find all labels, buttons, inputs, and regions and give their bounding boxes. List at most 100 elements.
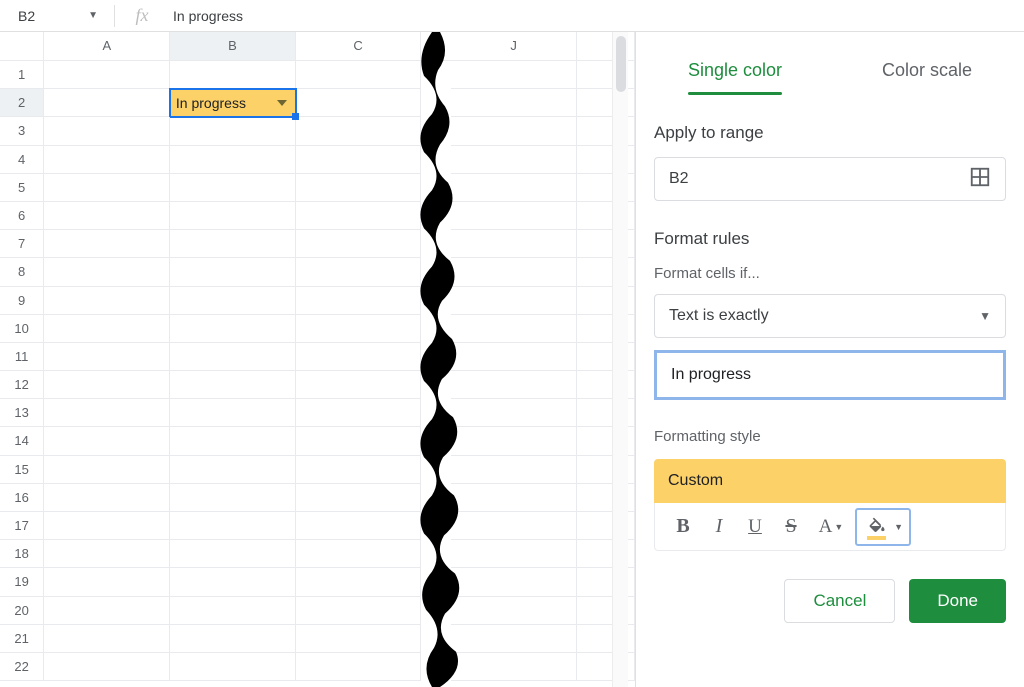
cell[interactable] [451, 456, 577, 484]
cell[interactable] [44, 653, 170, 681]
vertical-scrollbar[interactable] [612, 32, 628, 687]
cell[interactable] [451, 540, 577, 568]
style-preview[interactable]: Custom [654, 459, 1006, 503]
cell[interactable] [170, 343, 296, 371]
row-header[interactable]: 18 [0, 540, 44, 568]
range-input[interactable]: B2 [654, 157, 1006, 201]
cell[interactable] [296, 427, 422, 455]
cell[interactable] [170, 61, 296, 89]
cell[interactable] [170, 653, 296, 681]
cell[interactable] [170, 512, 296, 540]
cell[interactable] [451, 174, 577, 202]
cell[interactable] [451, 230, 577, 258]
cell[interactable] [44, 427, 170, 455]
cell[interactable] [44, 117, 170, 145]
cell[interactable] [170, 625, 296, 653]
cell[interactable] [451, 315, 577, 343]
row-header[interactable]: 5 [0, 174, 44, 202]
cell[interactable] [44, 484, 170, 512]
cell[interactable] [451, 202, 577, 230]
cell[interactable] [296, 315, 422, 343]
row-header[interactable]: 16 [0, 484, 44, 512]
cell[interactable] [170, 399, 296, 427]
cell[interactable] [170, 427, 296, 455]
cell[interactable] [296, 146, 422, 174]
cell[interactable] [296, 343, 422, 371]
cell[interactable] [44, 625, 170, 653]
row-header[interactable]: 15 [0, 456, 44, 484]
row-header[interactable]: 19 [0, 568, 44, 596]
col-header-b[interactable]: B [170, 32, 296, 60]
row-header[interactable]: 6 [0, 202, 44, 230]
cell[interactable] [44, 230, 170, 258]
cell[interactable] [170, 315, 296, 343]
cell[interactable] [170, 117, 296, 145]
cell[interactable] [451, 568, 577, 596]
row-header[interactable]: 3 [0, 117, 44, 145]
scrollbar-thumb[interactable] [616, 36, 626, 92]
cell[interactable] [296, 61, 422, 89]
cell[interactable] [296, 456, 422, 484]
cell[interactable] [170, 568, 296, 596]
select-all-corner[interactable] [0, 32, 44, 60]
row-header[interactable]: 13 [0, 399, 44, 427]
cell[interactable] [44, 61, 170, 89]
cell[interactable] [44, 540, 170, 568]
row-header[interactable]: 1 [0, 61, 44, 89]
cell[interactable] [451, 258, 577, 286]
cell[interactable] [44, 258, 170, 286]
cell[interactable] [451, 512, 577, 540]
cell[interactable] [44, 89, 170, 117]
cell[interactable] [44, 371, 170, 399]
cell[interactable] [296, 117, 422, 145]
cell[interactable] [296, 258, 422, 286]
cell[interactable] [451, 371, 577, 399]
bold-button[interactable]: B [667, 511, 699, 543]
cell[interactable] [451, 597, 577, 625]
row-header[interactable]: 21 [0, 625, 44, 653]
row-header[interactable]: 2 [0, 89, 44, 117]
cell[interactable] [44, 512, 170, 540]
cell[interactable] [451, 343, 577, 371]
tab-color-scale[interactable]: Color scale [882, 56, 972, 95]
cell[interactable] [44, 343, 170, 371]
cell[interactable] [296, 371, 422, 399]
cell[interactable] [170, 146, 296, 174]
cell[interactable] [170, 287, 296, 315]
condition-dropdown[interactable]: Text is exactly ▼ [654, 294, 1006, 338]
cell[interactable] [296, 597, 422, 625]
cell[interactable] [296, 89, 422, 117]
cell[interactable] [451, 61, 577, 89]
fill-color-button[interactable]: ▼ [855, 508, 911, 546]
cell[interactable] [296, 512, 422, 540]
cell[interactable] [170, 371, 296, 399]
cell[interactable] [296, 174, 422, 202]
row-header[interactable]: 12 [0, 371, 44, 399]
row-header[interactable]: 7 [0, 230, 44, 258]
cell[interactable] [451, 287, 577, 315]
cell[interactable] [170, 174, 296, 202]
cell[interactable] [170, 597, 296, 625]
cell[interactable] [296, 202, 422, 230]
cell[interactable] [296, 540, 422, 568]
cancel-button[interactable]: Cancel [784, 579, 895, 623]
col-header-j[interactable]: J [451, 32, 577, 60]
col-header-c[interactable]: C [296, 32, 422, 60]
active-cell[interactable]: In progress [170, 89, 296, 117]
row-header[interactable]: 14 [0, 427, 44, 455]
cell[interactable] [451, 399, 577, 427]
cell[interactable] [170, 456, 296, 484]
strikethrough-button[interactable]: S [775, 511, 807, 543]
text-color-button[interactable]: A ▼ [811, 511, 851, 543]
grid-body[interactable]: 12In progress345678910111213141516171819… [0, 61, 635, 687]
cell[interactable] [170, 230, 296, 258]
cell[interactable] [296, 653, 422, 681]
cell[interactable] [44, 287, 170, 315]
col-header-a[interactable]: A [44, 32, 170, 60]
condition-value-input[interactable]: In progress [654, 350, 1006, 400]
name-box[interactable]: B2 ▼ [12, 5, 102, 27]
cell[interactable] [44, 456, 170, 484]
cell[interactable] [451, 89, 577, 117]
underline-button[interactable]: U [739, 511, 771, 543]
cell[interactable] [451, 484, 577, 512]
